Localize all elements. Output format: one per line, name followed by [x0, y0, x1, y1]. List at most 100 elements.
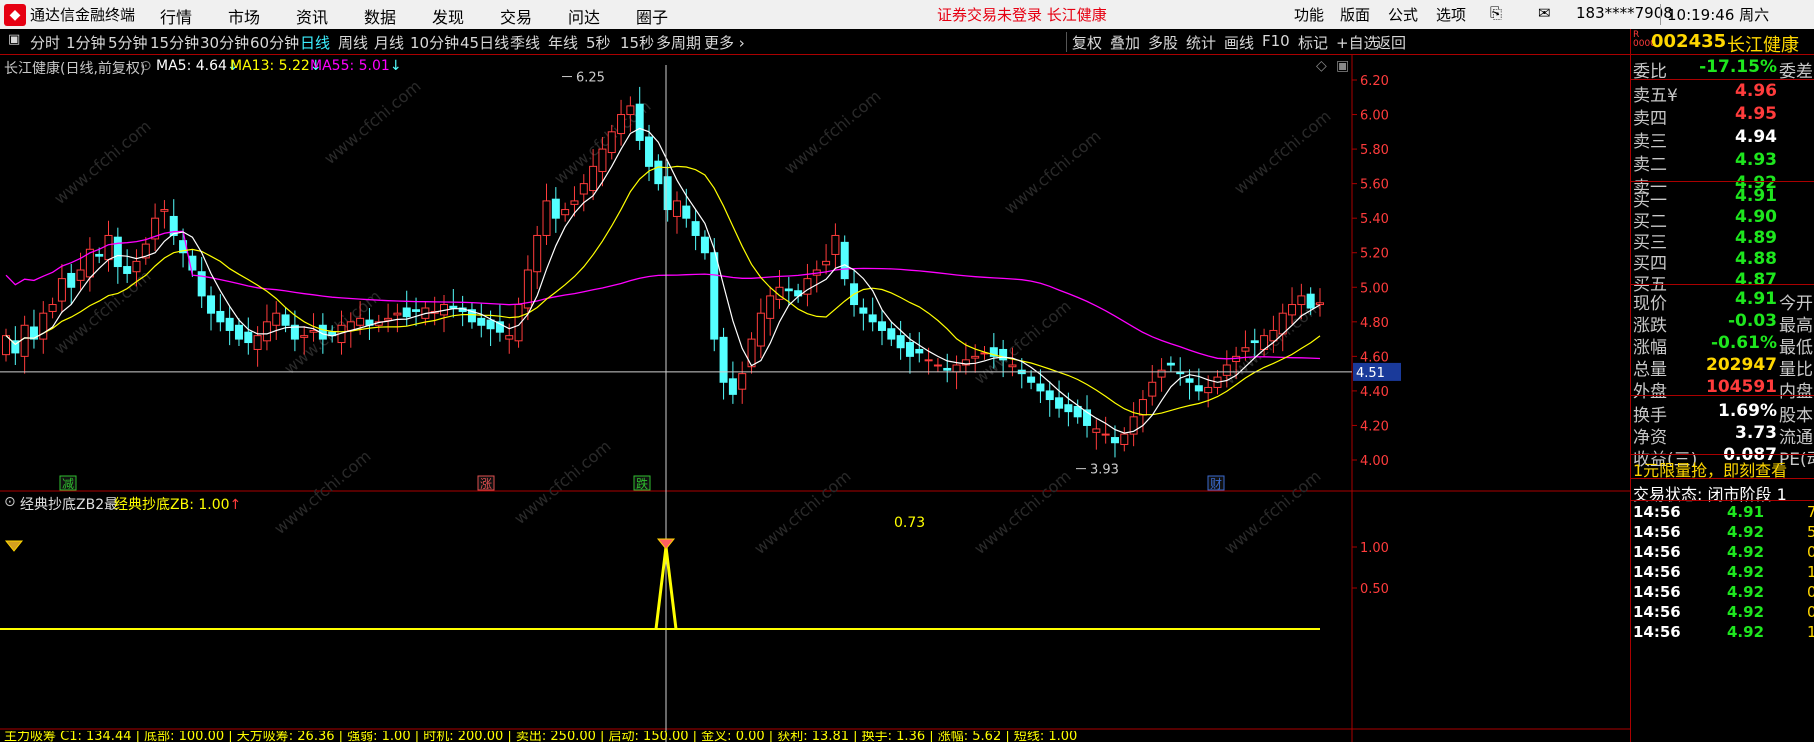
tab-10min[interactable]: 10分钟 — [410, 32, 459, 53]
candle-body — [384, 317, 393, 321]
tab-more[interactable]: 更多 › — [704, 32, 745, 53]
watermark-text: www.cfchi.com — [320, 76, 424, 168]
tab-quarterly[interactable]: 季线 — [510, 32, 540, 53]
mail-icon[interactable]: ✉ — [1538, 4, 1551, 22]
btn-back[interactable]: 返回 — [1376, 32, 1406, 53]
candle-body — [505, 335, 514, 340]
menu-xuanxiang[interactable]: 选项 — [1436, 4, 1466, 25]
menu-gongneng[interactable]: 功能 — [1294, 4, 1324, 25]
price-tick-label: 5.60 — [1360, 178, 1389, 193]
price-tick-label: 5.40 — [1360, 212, 1389, 227]
menu-faxian[interactable]: 发现 — [432, 4, 464, 28]
tab-45day[interactable]: 45日线 — [460, 32, 509, 53]
btn-huaxian[interactable]: 画线 — [1224, 32, 1254, 53]
watermark-text: www.cfchi.com — [270, 446, 374, 538]
legend-toggle-icon[interactable]: ⊙ — [140, 58, 152, 74]
candle-body — [104, 234, 113, 261]
chart-option-icon[interactable]: ◇ — [1316, 58, 1327, 74]
btn-f10[interactable]: F10 — [1262, 32, 1290, 50]
menu-shuju[interactable]: 数据 — [364, 4, 396, 28]
account-label[interactable]: 183****7908 — [1576, 4, 1673, 22]
tab-15sec[interactable]: 15秒 — [620, 32, 654, 53]
candle-body — [1138, 399, 1147, 416]
stock-title: 长江健康(日线,前复权) — [4, 61, 146, 77]
tab-daily[interactable]: 日线 — [300, 32, 330, 53]
candle-body — [719, 336, 728, 383]
menu-quanzi[interactable]: 圈子 — [636, 4, 668, 28]
tick-row: 14:56 4.92 0 — [1633, 603, 1814, 621]
btn-duogu[interactable]: 多股 — [1148, 32, 1178, 53]
candle-body — [747, 338, 756, 368]
ask4-row[interactable]: 卖四 4.95 — [1631, 102, 1814, 129]
ask5-row[interactable]: 卖五¥ 4.96 — [1631, 79, 1814, 106]
clipboard-icon[interactable]: ⎘ — [1490, 4, 1502, 22]
candle-body — [1297, 295, 1306, 306]
btn-tongji[interactable]: 统计 — [1186, 32, 1216, 53]
indicator-toggle-icon[interactable]: ⊙ — [4, 494, 16, 510]
btn-diejia[interactable]: 叠加 — [1110, 32, 1140, 53]
bottom-indicator-strip: 主力吸筹 C1: 134.44 | 底部: 100.00 | 天方吸筹: 26.… — [4, 731, 1078, 742]
btn-biaoji[interactable]: 标记 — [1298, 32, 1328, 53]
btn-fuquan[interactable]: 复权 — [1072, 32, 1102, 53]
divider — [1631, 478, 1814, 479]
tab-5min[interactable]: 5分钟 — [108, 32, 148, 53]
menu-shichang[interactable]: 市场 — [228, 4, 260, 28]
watermark-text: www.cfchi.com — [780, 86, 884, 178]
tab-weekly[interactable]: 周线 — [338, 32, 368, 53]
kline-chart[interactable]: www.cfchi.com www.cfchi.com www.cfchi.com w… — [0, 55, 1630, 742]
high-marker-label: 6.25 — [576, 71, 605, 86]
menu-banmian[interactable]: 版面 — [1340, 4, 1370, 25]
rzrq-badge: R 0000 — [1633, 30, 1656, 49]
indicator-name: 经典抄底ZB2最 — [20, 497, 119, 513]
tab-monthly[interactable]: 月线 — [374, 32, 404, 53]
tab-60min[interactable]: 60分钟 — [250, 32, 299, 53]
menu-wenda[interactable]: 问达 — [568, 4, 600, 28]
collapse-icon[interactable]: ▣ — [8, 32, 20, 47]
watermark-text: www.cfchi.com — [50, 116, 154, 208]
ma55-label: MA55: 5.01↓ — [310, 58, 402, 74]
candle-body — [1157, 369, 1166, 378]
menu-gongshi[interactable]: 公式 — [1388, 4, 1418, 25]
candle-body — [1194, 385, 1203, 392]
candle-body — [831, 234, 840, 255]
candle-body — [132, 260, 141, 273]
candle-body — [617, 114, 626, 135]
candle-body — [1222, 364, 1231, 376]
tab-30min[interactable]: 30分钟 — [200, 32, 249, 53]
price-tick-label: 5.80 — [1360, 143, 1389, 158]
watermark-text: www.cfchi.com — [1000, 126, 1104, 218]
tab-yearly[interactable]: 年线 — [548, 32, 578, 53]
menu-jiaoyi[interactable]: 交易 — [500, 4, 532, 28]
chart-fullscreen-icon[interactable]: ▣ — [1336, 58, 1349, 74]
candle-body — [551, 198, 560, 219]
tab-1min[interactable]: 1分钟 — [66, 32, 106, 53]
quote-panel: R 0000 002435 长江健康 委比 -17.15% 委差 卖五¥ 4.96… — [1630, 29, 1814, 742]
candle-body — [402, 307, 411, 318]
indicator-value: 经典抄底ZB: 1.00↑ — [114, 497, 242, 513]
divider — [1631, 395, 1814, 396]
trade-login-notice[interactable]: 证券交易未登录 长江健康 — [937, 4, 1107, 25]
stat-price-row: 现价 4.91 今开 — [1633, 289, 1813, 314]
candle-body — [346, 321, 355, 331]
price-tick-label: 5.00 — [1360, 281, 1389, 296]
tab-5sec[interactable]: 5秒 — [586, 32, 611, 53]
candle-body — [579, 183, 588, 195]
candle-body — [356, 317, 365, 326]
tick-row: 14:56 4.92 5 — [1633, 523, 1814, 541]
tab-15min[interactable]: 15分钟 — [150, 32, 199, 53]
candle-body — [253, 335, 262, 350]
tab-fenshi[interactable]: 分时 — [30, 32, 60, 53]
tab-multi-period[interactable]: 多周期 — [656, 32, 701, 53]
tick-row: 14:56 4.92 0 — [1633, 543, 1814, 561]
ask3-row[interactable]: 卖三 4.94 — [1631, 125, 1814, 152]
candle-body — [262, 321, 271, 342]
candle-body — [756, 312, 765, 347]
ask2-row[interactable]: 卖二 4.93 — [1631, 148, 1814, 175]
btn-add-watchlist[interactable]: +自选 — [1336, 32, 1379, 53]
menu-zixun[interactable]: 资讯 — [296, 4, 328, 28]
menu-hangqing[interactable]: 行情 — [160, 4, 192, 28]
candle-body — [1101, 433, 1110, 436]
indicator-tick-label: 0.50 — [1360, 582, 1389, 597]
candle-body — [76, 269, 85, 281]
candle-body — [915, 348, 924, 354]
